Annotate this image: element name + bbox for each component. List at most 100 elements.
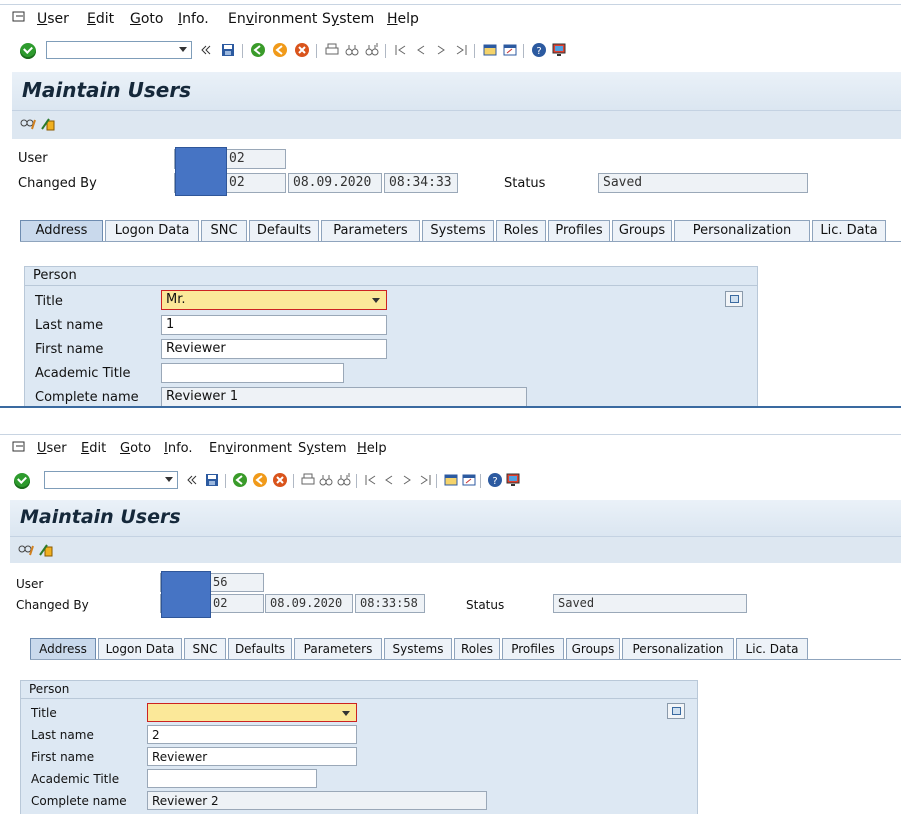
tab-parameters[interactable]: Parameters: [294, 638, 382, 660]
expand-address-icon[interactable]: [725, 291, 743, 307]
command-field[interactable]: [46, 41, 192, 59]
menu-system[interactable]: System: [298, 441, 347, 456]
find-icon[interactable]: [318, 472, 334, 488]
tab-defaults[interactable]: Defaults: [249, 220, 319, 242]
find-icon[interactable]: [344, 42, 360, 58]
command-field[interactable]: [44, 471, 178, 489]
academic-title-input[interactable]: [147, 769, 317, 788]
menu-help[interactable]: Help: [387, 11, 419, 27]
enter-icon[interactable]: [20, 43, 36, 59]
menu-info[interactable]: Info.: [164, 441, 193, 456]
user-label: User: [16, 577, 44, 591]
tab-roles[interactable]: Roles: [496, 220, 546, 242]
other-user-icon[interactable]: [38, 543, 54, 557]
menu-user[interactable]: User: [37, 11, 69, 27]
toolbar-separator: [293, 474, 294, 488]
menu-environment[interactable]: Environment: [228, 11, 317, 27]
menu-user[interactable]: User: [37, 441, 67, 456]
last-page-icon[interactable]: [417, 472, 433, 488]
system-menu-icon[interactable]: [12, 11, 26, 23]
previous-page-icon[interactable]: [381, 472, 397, 488]
tab-roles[interactable]: Roles: [454, 638, 500, 660]
tab-parameters[interactable]: Parameters: [321, 220, 420, 242]
cancel-icon[interactable]: [294, 42, 310, 58]
menu-system[interactable]: System: [322, 11, 374, 27]
back-icon[interactable]: [250, 42, 266, 58]
tab-profiles[interactable]: Profiles: [548, 220, 610, 242]
title-select[interactable]: [147, 703, 357, 722]
status-field: Saved: [553, 594, 747, 613]
double-left-arrow-icon[interactable]: [198, 42, 214, 58]
svg-text:?: ?: [492, 476, 497, 487]
shortcut-icon[interactable]: [502, 42, 518, 58]
tab-address[interactable]: Address: [20, 220, 103, 242]
tab-systems[interactable]: Systems: [422, 220, 494, 242]
academic-title-label: Academic Title: [31, 772, 120, 786]
customize-layout-icon[interactable]: [551, 42, 567, 58]
menu-help[interactable]: Help: [357, 441, 387, 456]
exit-icon[interactable]: [252, 472, 268, 488]
last-name-input[interactable]: 1: [161, 315, 387, 335]
tab-address[interactable]: Address: [30, 638, 96, 660]
first-name-input[interactable]: Reviewer: [147, 747, 357, 766]
menu-info[interactable]: Info.: [178, 11, 209, 27]
previous-page-icon[interactable]: [413, 42, 429, 58]
enter-icon[interactable]: [14, 473, 30, 489]
screen-2: User Edit Goto Info. Environment System …: [0, 432, 901, 814]
tab-logon-data[interactable]: Logon Data: [105, 220, 199, 242]
tab-lic-data[interactable]: Lic. Data: [736, 638, 808, 660]
other-user-icon[interactable]: [40, 117, 56, 131]
cancel-icon[interactable]: [272, 472, 288, 488]
double-left-arrow-icon[interactable]: [184, 472, 200, 488]
menu-edit[interactable]: Edit: [87, 11, 114, 27]
menu-goto[interactable]: Goto: [130, 11, 163, 27]
print-icon[interactable]: [324, 42, 340, 58]
create-session-icon[interactable]: [482, 42, 498, 58]
title-select[interactable]: Mr.: [161, 290, 387, 310]
expand-address-icon[interactable]: [667, 703, 685, 719]
menu-environment[interactable]: Environment: [209, 441, 292, 456]
save-icon[interactable]: [204, 472, 220, 488]
tab-groups[interactable]: Groups: [566, 638, 620, 660]
first-page-icon[interactable]: [393, 42, 409, 58]
customize-layout-icon[interactable]: [505, 472, 521, 488]
tab-logon-data[interactable]: Logon Data: [98, 638, 182, 660]
status-label: Status: [466, 598, 505, 612]
exit-icon[interactable]: [272, 42, 288, 58]
display-change-icon[interactable]: [18, 543, 34, 557]
find-next-icon[interactable]: [364, 42, 380, 58]
last-page-icon[interactable]: [453, 42, 469, 58]
back-icon[interactable]: [232, 472, 248, 488]
tab-snc[interactable]: SNC: [184, 638, 226, 660]
tab-personalization[interactable]: Personalization: [674, 220, 810, 242]
tab-defaults[interactable]: Defaults: [228, 638, 292, 660]
create-session-icon[interactable]: [443, 472, 459, 488]
chevron-down-icon[interactable]: [165, 477, 173, 482]
chevron-down-icon[interactable]: [179, 47, 187, 52]
first-name-input[interactable]: Reviewer: [161, 339, 387, 359]
tab-snc[interactable]: SNC: [201, 220, 247, 242]
help-icon[interactable]: ?: [531, 42, 547, 58]
last-name-input[interactable]: 2: [147, 725, 357, 744]
save-icon[interactable]: [220, 42, 236, 58]
tab-personalization[interactable]: Personalization: [622, 638, 734, 660]
divider-gap: [0, 410, 901, 432]
shortcut-icon[interactable]: [461, 472, 477, 488]
next-page-icon[interactable]: [399, 472, 415, 488]
find-next-icon[interactable]: [336, 472, 352, 488]
display-change-icon[interactable]: [20, 117, 36, 131]
system-menu-icon[interactable]: [12, 441, 26, 453]
chevron-down-icon[interactable]: [342, 711, 350, 716]
menu-goto[interactable]: Goto: [120, 441, 151, 456]
chevron-down-icon[interactable]: [372, 298, 380, 303]
tab-lic-data[interactable]: Lic. Data: [812, 220, 886, 242]
tab-systems[interactable]: Systems: [384, 638, 452, 660]
tab-profiles[interactable]: Profiles: [502, 638, 564, 660]
help-icon[interactable]: ?: [487, 472, 503, 488]
tab-groups[interactable]: Groups: [612, 220, 672, 242]
academic-title-input[interactable]: [161, 363, 344, 383]
menu-edit[interactable]: Edit: [81, 441, 106, 456]
first-page-icon[interactable]: [363, 472, 379, 488]
print-icon[interactable]: [300, 472, 316, 488]
next-page-icon[interactable]: [433, 42, 449, 58]
